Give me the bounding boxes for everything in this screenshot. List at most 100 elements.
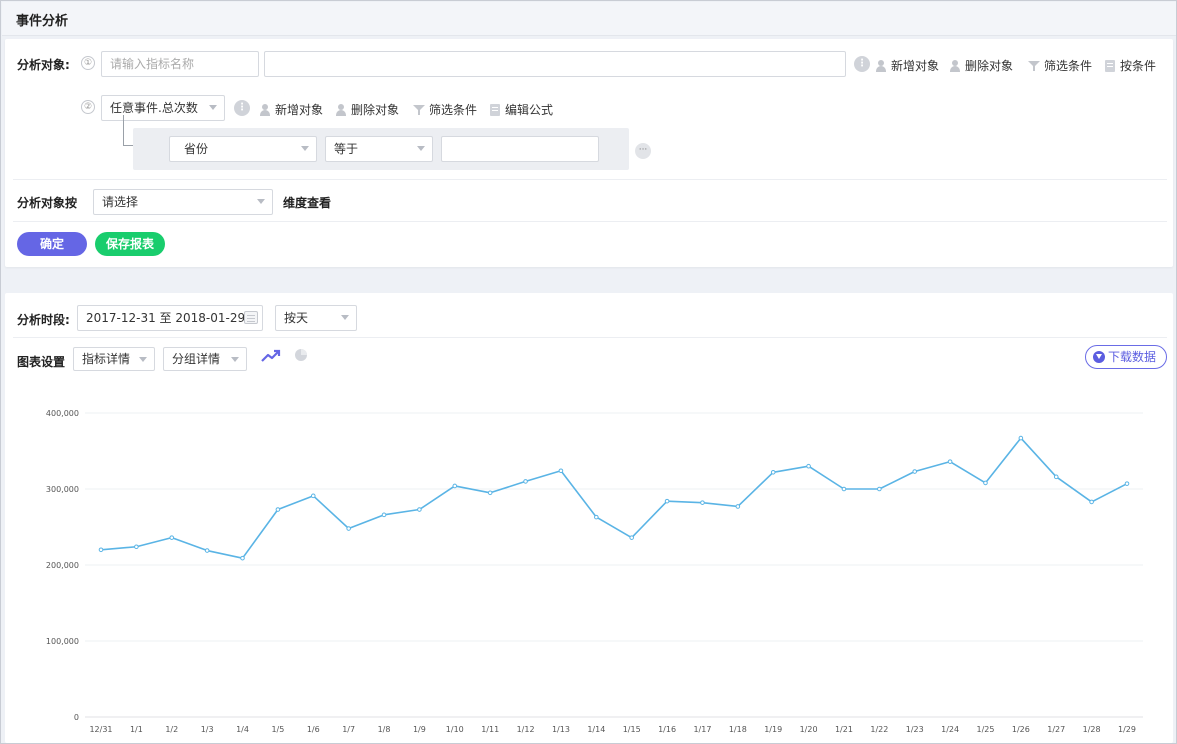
x-tick-label: 1/8 — [378, 725, 391, 734]
divider — [13, 221, 1167, 222]
x-tick-label: 1/20 — [800, 725, 818, 734]
y-tick-label: 0 — [74, 713, 79, 722]
data-point — [487, 490, 493, 496]
data-point — [240, 555, 245, 561]
data-point — [735, 504, 741, 509]
x-tick-label: 1/22 — [870, 725, 888, 734]
info-icon[interactable]: ⋮ — [854, 56, 870, 72]
data-point — [770, 469, 776, 475]
filter-condition-button[interactable]: 筛选条件 — [1028, 57, 1092, 74]
data-point — [310, 493, 316, 499]
x-tick-label: 1/16 — [658, 725, 676, 734]
chevron-down-icon — [417, 146, 425, 151]
x-tick-label: 1/24 — [941, 725, 959, 734]
x-tick-label: 1/21 — [835, 725, 853, 734]
data-point — [417, 507, 422, 512]
group-by-select[interactable]: 请选择 — [93, 189, 273, 215]
data-point — [700, 500, 705, 505]
x-tick-label: 1/9 — [413, 725, 426, 734]
info-icon[interactable]: ⋮ — [234, 100, 250, 116]
person-icon — [875, 59, 887, 72]
x-tick-label: 1/11 — [481, 725, 499, 734]
group-by-label: 分析对象按 — [17, 196, 78, 210]
data-point — [664, 498, 670, 504]
y-tick-label: 200,000 — [46, 561, 79, 570]
metric-number-1: ① — [81, 56, 95, 70]
data-point — [169, 535, 175, 540]
x-tick-label: 1/10 — [446, 725, 464, 734]
save-report-button[interactable]: 保存报表 — [95, 232, 165, 256]
x-tick-label: 1/26 — [1012, 725, 1030, 734]
page-header: 事件分析 — [2, 2, 1176, 36]
x-tick-label: 1/27 — [1047, 725, 1065, 734]
x-tick-label: 1/17 — [693, 725, 711, 734]
series-line — [100, 437, 1128, 559]
filter-condition-button-2[interactable]: 筛选条件 — [413, 101, 477, 118]
confirm-button[interactable]: 确定 — [17, 232, 87, 256]
data-point — [381, 512, 387, 518]
x-tick-label: 1/7 — [342, 725, 355, 734]
x-tick-label: 1/14 — [587, 725, 605, 734]
group-by-suffix: 维度查看 — [283, 196, 332, 210]
filter-row: 省份 等于 — [133, 128, 629, 170]
x-tick-label: 1/23 — [906, 725, 924, 734]
person-icon — [949, 59, 961, 72]
x-tick-label: 1/4 — [236, 725, 249, 734]
filter-field-select[interactable]: 省份 — [169, 136, 317, 162]
x-tick-label: 1/18 — [729, 725, 747, 734]
data-point — [983, 480, 988, 486]
data-point — [1124, 481, 1130, 486]
data-point — [841, 486, 847, 492]
x-tick-label: 1/19 — [764, 725, 782, 734]
tree-connector — [123, 115, 124, 145]
data-point — [346, 526, 351, 531]
data-point — [912, 469, 918, 474]
query-panel: 分析对象: ① 请输入指标名称 ⋮ 新增对象 删除对象 筛选条件 按条件 ② 任… — [5, 39, 1173, 267]
x-tick-label: 1/28 — [1083, 725, 1101, 734]
result-panel: 分析时段: 2017-12-31 至 2018-01-29 按天 图表设置 指标… — [5, 293, 1173, 743]
data-point — [629, 535, 634, 540]
more-icon[interactable]: ··· — [635, 143, 651, 159]
add-subject-button-2[interactable]: 新增对象 — [259, 101, 323, 118]
data-point — [877, 486, 882, 492]
data-point — [134, 544, 139, 550]
funnel-icon — [1028, 60, 1040, 72]
data-point — [204, 548, 210, 553]
filter-operator-select[interactable]: 等于 — [325, 136, 433, 162]
delete-subject-button-2[interactable]: 删除对象 — [335, 101, 399, 118]
chevron-down-icon — [209, 105, 217, 110]
x-tick-label: 1/5 — [271, 725, 284, 734]
by-condition-button[interactable]: 按条件 — [1104, 57, 1156, 74]
data-point — [1018, 435, 1024, 441]
x-tick-label: 1/6 — [307, 725, 320, 734]
x-tick-label: 1/1 — [130, 725, 143, 734]
data-point — [452, 483, 458, 489]
filter-value-input[interactable] — [441, 136, 599, 162]
delete-subject-button[interactable]: 删除对象 — [949, 57, 1013, 74]
metric-name-input[interactable]: 请输入指标名称 — [101, 51, 259, 77]
data-point — [523, 479, 528, 484]
edit-formula-button[interactable]: 编辑公式 — [489, 101, 553, 118]
x-tick-label: 12/31 — [89, 725, 112, 734]
app-window: 事件分析 分析对象: ① 请输入指标名称 ⋮ 新增对象 删除对象 筛选条件 按条… — [0, 0, 1177, 744]
subject-label: 分析对象: — [17, 58, 70, 72]
data-point — [558, 468, 564, 474]
y-tick-label: 100,000 — [46, 637, 79, 646]
chevron-down-icon — [301, 146, 309, 151]
divider — [13, 179, 1167, 180]
person-icon — [335, 103, 347, 116]
add-subject-button[interactable]: 新增对象 — [875, 57, 939, 74]
document-icon — [489, 103, 501, 116]
y-tick-label: 400,000 — [46, 409, 79, 418]
event-select[interactable]: 任意事件.总次数 — [101, 95, 225, 121]
data-point — [947, 459, 953, 464]
data-point — [806, 463, 811, 469]
x-tick-label: 1/25 — [976, 725, 994, 734]
document-icon — [1104, 59, 1116, 72]
y-tick-label: 300,000 — [46, 485, 79, 494]
x-tick-label: 1/29 — [1118, 725, 1136, 734]
page-title: 事件分析 — [16, 14, 69, 29]
chevron-down-icon — [257, 199, 265, 204]
metric-formula-input[interactable] — [264, 51, 846, 77]
tree-connector — [123, 145, 133, 146]
